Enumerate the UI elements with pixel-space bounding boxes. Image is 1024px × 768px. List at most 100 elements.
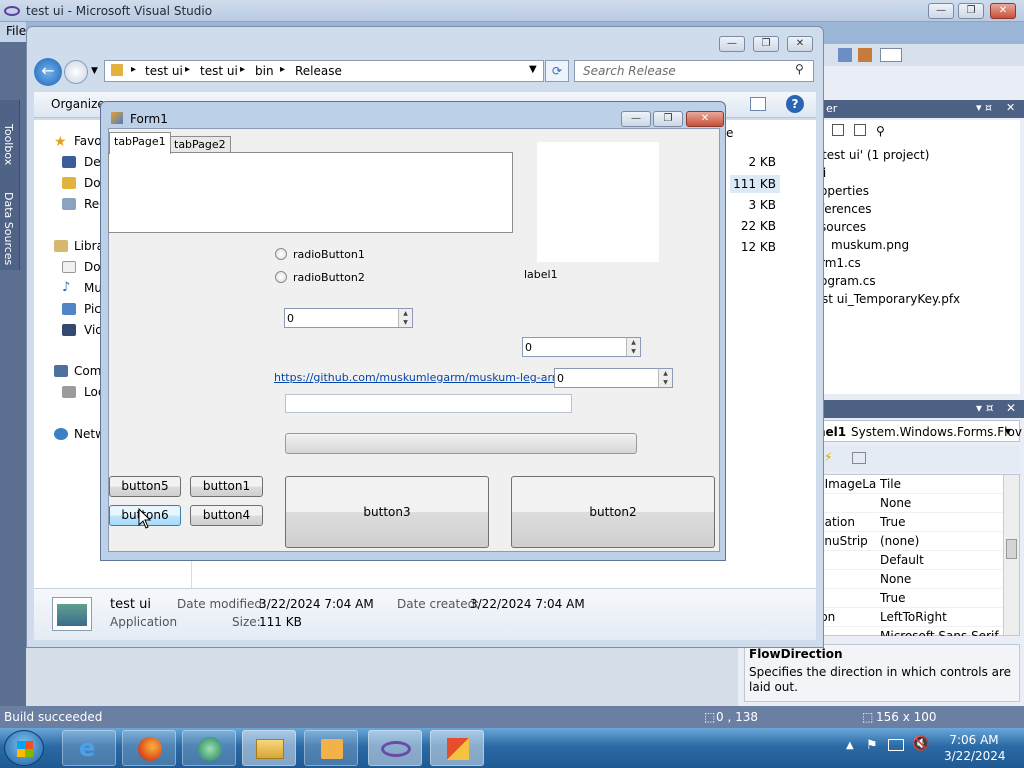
properties-icon[interactable]: [832, 124, 844, 136]
muskum-png-node[interactable]: muskum.png: [831, 238, 909, 252]
breadcrumb-release[interactable]: Release: [295, 64, 342, 78]
button5[interactable]: button5: [109, 476, 181, 497]
temporary-key-node[interactable]: st ui_TemporaryKey.pfx: [822, 292, 960, 306]
radio-button-2-label[interactable]: radioButton2: [293, 271, 365, 284]
windows-explorer-icon[interactable]: [242, 730, 296, 766]
network-tray-icon[interactable]: [888, 739, 904, 751]
show-all-files-icon[interactable]: [854, 124, 866, 136]
numeric-updown-3[interactable]: 0 ▲ ▼: [554, 368, 673, 388]
button1[interactable]: button1: [190, 476, 263, 497]
radio-button-1-label[interactable]: radioButton1: [293, 248, 365, 261]
data-sources-tab[interactable]: Data Sources: [2, 192, 15, 265]
chevron-down-icon[interactable]: ▾: [1005, 424, 1011, 438]
system-clock[interactable]: 7:06 AM 3/22/2024: [944, 732, 1006, 764]
pin-icon[interactable]: ▾ ¤: [976, 401, 993, 415]
button2[interactable]: button2: [511, 476, 715, 548]
preview-pane-icon[interactable]: [750, 97, 766, 111]
status-text: Build succeeded: [4, 710, 103, 724]
radio-button-2[interactable]: [275, 271, 287, 283]
chevron-down-icon[interactable]: ▼: [529, 64, 537, 75]
tab-page1[interactable]: tabPage1: [109, 132, 171, 154]
property-pages-icon[interactable]: [852, 452, 866, 464]
form-close-button[interactable]: ✕: [686, 111, 724, 127]
help-icon[interactable]: ?: [786, 95, 804, 113]
action-center-flag-icon[interactable]: ⚑: [866, 738, 878, 753]
numeric-value: 0: [287, 312, 294, 325]
vs-minimize-button[interactable]: —: [928, 3, 954, 19]
form1-taskbar-icon[interactable]: [430, 730, 484, 766]
status-size: 156 x 100: [876, 710, 937, 724]
solution-explorer-title: er: [826, 102, 838, 115]
breadcrumb-sep-icon[interactable]: ▸: [280, 64, 285, 75]
breadcrumb-test-ui-2[interactable]: test ui: [200, 64, 238, 78]
close-icon[interactable]: ✕: [1006, 401, 1016, 415]
breadcrumb-sep-icon[interactable]: ▸: [240, 64, 245, 75]
details-modified-value: 3/22/2024 7:04 AM: [259, 597, 374, 611]
volume-muted-icon[interactable]: 🔇: [912, 736, 929, 752]
tab-page2[interactable]: tabPage2: [169, 136, 231, 153]
toolbar-dropdown[interactable]: [880, 48, 902, 62]
media-player-icon[interactable]: [182, 730, 236, 766]
button3[interactable]: button3: [285, 476, 489, 548]
toolbar-icon[interactable]: [838, 48, 852, 62]
scrollbar-thumb[interactable]: [1006, 539, 1017, 559]
nav-computer[interactable]: Com: [74, 364, 101, 378]
nav-downloads[interactable]: Do: [84, 176, 101, 190]
form-minimize-button[interactable]: —: [621, 111, 651, 127]
button4[interactable]: button4: [190, 505, 263, 526]
references-node[interactable]: ferences: [820, 202, 872, 216]
spin-arrows-icon[interactable]: ▲ ▼: [398, 309, 412, 327]
organize-button[interactable]: Organize: [51, 97, 105, 111]
search-input[interactable]: Search Release ⚲: [574, 60, 814, 82]
close-icon[interactable]: ✕: [1006, 101, 1015, 114]
pin-icon[interactable]: ▾ ¤: [976, 101, 992, 114]
firefox-icon[interactable]: [122, 730, 176, 766]
breadcrumb-test-ui[interactable]: test ui: [145, 64, 183, 78]
back-button[interactable]: ←: [34, 58, 62, 86]
solution-node[interactable]: test ui' (1 project): [822, 148, 929, 162]
wiki-link[interactable]: https://github.com/muskumlegarm/muskum-l…: [274, 371, 588, 384]
form-maximize-button[interactable]: ❐: [653, 111, 683, 127]
video-player-icon[interactable]: [304, 730, 358, 766]
nav-pictures[interactable]: Pic: [84, 302, 101, 316]
breadcrumb-sep-icon[interactable]: ▸: [185, 64, 190, 75]
forward-button[interactable]: [64, 60, 88, 84]
resources-node[interactable]: sources: [820, 220, 866, 234]
show-hidden-icons-icon[interactable]: ▲: [846, 740, 854, 751]
selected-object-type: System.Windows.Forms.Flov: [851, 425, 1022, 439]
documents-icon: [62, 261, 76, 273]
toolbox-tab[interactable]: Toolbox: [2, 124, 15, 165]
properties-node[interactable]: operties: [820, 184, 869, 198]
visual-studio-taskbar-icon[interactable]: [368, 730, 422, 766]
toolbar-icon[interactable]: [858, 48, 872, 62]
vs-close-button[interactable]: ✕: [990, 3, 1016, 19]
refresh-icon[interactable]: ⟳: [545, 60, 569, 82]
start-button[interactable]: [4, 730, 44, 766]
radio-button-1[interactable]: [275, 248, 287, 260]
vs-maximize-button[interactable]: ❐: [958, 3, 984, 19]
nav-favorites[interactable]: Favo: [74, 134, 102, 148]
program-cs-node[interactable]: ogram.cs: [820, 274, 876, 288]
internet-explorer-icon[interactable]: e: [62, 730, 116, 766]
desktop-icon: [62, 156, 76, 168]
spin-arrows-icon[interactable]: ▲ ▼: [658, 369, 672, 387]
address-bar[interactable]: ▸ test ui ▸ test ui ▸ bin ▸ Release ▼: [104, 60, 544, 82]
explorer-minimize-button[interactable]: —: [719, 36, 745, 52]
events-icon[interactable]: ⚡: [824, 450, 832, 464]
search-icon[interactable]: ⚲: [795, 62, 804, 76]
nav-documents[interactable]: Do: [84, 260, 101, 274]
text-box[interactable]: [285, 394, 572, 413]
numeric-updown-2[interactable]: 0 ▲ ▼: [522, 337, 641, 357]
explorer-maximize-button[interactable]: ❐: [753, 36, 779, 52]
breadcrumb-sep-icon[interactable]: ▸: [131, 64, 136, 75]
explorer-close-button[interactable]: ✕: [787, 36, 813, 52]
properties-scrollbar[interactable]: [1003, 475, 1019, 635]
breadcrumb-bin[interactable]: bin: [255, 64, 274, 78]
numeric-updown-1[interactable]: 0 ▲ ▼: [284, 308, 413, 328]
column-header-fragment[interactable]: e: [726, 126, 733, 140]
menu-file[interactable]: File: [6, 24, 26, 38]
recent-pages-chevron-icon[interactable]: ▼: [91, 66, 98, 76]
class-view-icon[interactable]: ⚲: [876, 124, 885, 138]
spin-arrows-icon[interactable]: ▲ ▼: [626, 338, 640, 356]
form1-cs-node[interactable]: rm1.cs: [820, 256, 861, 270]
